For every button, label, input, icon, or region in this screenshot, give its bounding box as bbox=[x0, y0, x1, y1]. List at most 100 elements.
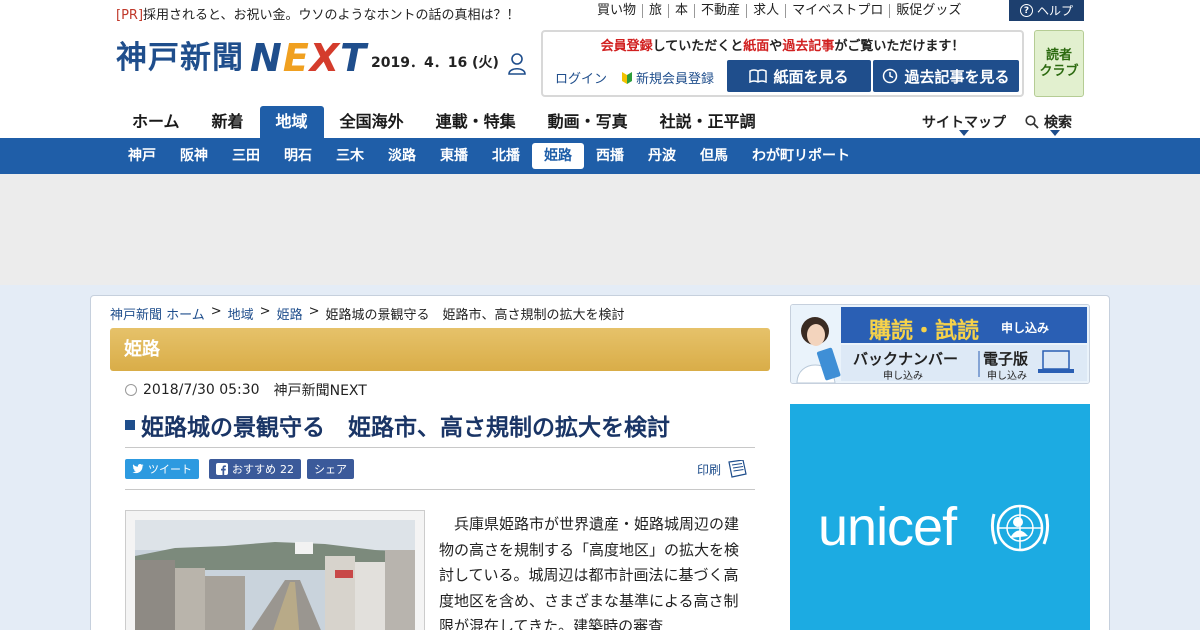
main-nav-item[interactable]: ホーム bbox=[116, 106, 196, 138]
region-nav-item[interactable]: 西播 bbox=[584, 143, 636, 169]
search-icon bbox=[1025, 115, 1039, 129]
breadcrumb-home[interactable]: 神戸新聞 ホーム bbox=[110, 304, 205, 323]
region-nav-item[interactable]: 阪神 bbox=[168, 143, 220, 169]
main-nav-item[interactable]: 動画・写真 bbox=[532, 106, 644, 138]
logo-next-letter: E bbox=[282, 36, 310, 80]
subscribe-title-suffix: 申し込み bbox=[1001, 321, 1050, 335]
book-icon bbox=[749, 69, 768, 83]
subscribe-banner[interactable]: 購読・試読 申し込み バックナンバー 申し込み 電子版 申し込み bbox=[790, 304, 1090, 384]
article-meta: 2018/7/30 05:30 神戸新聞NEXT bbox=[125, 380, 367, 400]
club-label-line: クラブ bbox=[1039, 64, 1079, 79]
past-articles-label: 過去記事を見る bbox=[904, 67, 1010, 86]
region-nav-item[interactable]: 丹波 bbox=[636, 143, 688, 169]
back-number-sub: 申し込み bbox=[883, 371, 923, 382]
sitemap-caret-icon bbox=[959, 130, 969, 136]
sitemap-label: サイトマップ bbox=[922, 115, 1006, 131]
breadcrumb-separator: > bbox=[259, 304, 271, 319]
member-message-part: していただくと bbox=[652, 39, 744, 54]
article-source: 神戸新聞NEXT bbox=[273, 383, 367, 399]
main-nav-item[interactable]: 社説・正平調 bbox=[644, 106, 772, 138]
breadcrumb-current: 姫路城の景観守る 姫路市、高さ規制の拡大を検討 bbox=[325, 308, 625, 323]
member-message-part: 過去記事 bbox=[782, 39, 835, 54]
user-icon[interactable] bbox=[507, 52, 527, 76]
divider bbox=[125, 489, 755, 490]
social-buttons: ツイート おすすめ 22 シェア bbox=[125, 459, 354, 479]
region-nav-item[interactable]: 神戸 bbox=[116, 143, 168, 169]
top-link[interactable]: 買い物 bbox=[597, 4, 642, 18]
share-button[interactable]: シェア bbox=[307, 459, 354, 479]
pr-tag: [PR] bbox=[116, 8, 144, 23]
member-message: 会員登録していただくと紙面や過去記事がご覧いただけます！ bbox=[543, 35, 1022, 54]
region-nav-item[interactable]: 北播 bbox=[480, 143, 532, 169]
top-links: 買い物旅本不動産 求人 マイベストプロ 販促グッズ bbox=[597, 4, 967, 18]
logo-next-letter: X bbox=[309, 36, 341, 80]
article-photo[interactable] bbox=[125, 510, 425, 630]
top-link[interactable]: 不動産 bbox=[694, 4, 746, 18]
print-button[interactable]: 印刷 bbox=[697, 460, 748, 478]
back-number-label: バックナンバー bbox=[853, 350, 959, 368]
clock-icon bbox=[125, 384, 137, 396]
top-link[interactable]: マイベストプロ bbox=[785, 4, 889, 18]
top-link[interactable]: 旅 bbox=[642, 4, 668, 18]
breadcrumb: 神戸新聞 ホーム > 地域 > 姫路 > 姫路城の景観守る 姫路市、高さ規制の拡大を検… bbox=[110, 304, 625, 323]
twitter-icon bbox=[132, 464, 144, 474]
help-label: ヘルプ bbox=[1036, 4, 1073, 18]
recommend-label: おすすめ bbox=[232, 463, 276, 476]
top-link[interactable]: 販促グッズ bbox=[889, 4, 967, 18]
clock-icon bbox=[883, 68, 898, 84]
search-label: 検索 bbox=[1044, 115, 1072, 131]
site-logo[interactable]: 神戸新聞 NEXT bbox=[116, 38, 367, 78]
region-nav-item[interactable]: 東播 bbox=[428, 143, 480, 169]
article-datetime: 2018/7/30 05:30 bbox=[143, 382, 260, 398]
past-articles-button[interactable]: 過去記事を見る bbox=[873, 60, 1019, 92]
region-nav-item[interactable]: 三木 bbox=[324, 143, 376, 169]
article-body: 兵庫県姫路市が世界遺産・姫路城周辺の建物の高さを規制する「高度地区」の拡大を検討… bbox=[439, 515, 740, 630]
login-link[interactable]: ログイン bbox=[555, 68, 607, 87]
region-nav-item[interactable]: わが町リポート bbox=[740, 143, 862, 169]
unicef-logo-icon bbox=[990, 504, 1050, 552]
top-link[interactable]: 本 bbox=[668, 4, 694, 18]
help-button[interactable]: ? ヘルプ bbox=[1009, 0, 1084, 21]
main-nav-item[interactable]: 新着 bbox=[196, 106, 260, 138]
member-message-part: 会員登録 bbox=[600, 39, 653, 54]
main-nav-item[interactable]: 地域 bbox=[259, 106, 324, 138]
register-link[interactable]: 新規会員登録 bbox=[621, 68, 714, 87]
print-icon bbox=[728, 460, 747, 478]
subscribe-title: 購読・試読 bbox=[869, 319, 980, 344]
facebook-icon bbox=[216, 463, 228, 475]
unicef-wordmark: unicef bbox=[818, 497, 957, 557]
main-nav-item[interactable]: 全国海外 bbox=[324, 106, 420, 138]
tweet-label: ツイート bbox=[148, 463, 192, 476]
print-label: 印刷 bbox=[697, 462, 722, 477]
top-link[interactable]: 求人 bbox=[746, 4, 785, 18]
unicef-ad[interactable]: unicef bbox=[790, 404, 1090, 630]
region-nav: 神戸 阪神 三田 明石 三木 淡路 東播 北播 姫路 西播 丹波 但馬 わが町リポート bbox=[0, 138, 1200, 174]
region-nav-item[interactable]: 姫路 bbox=[532, 143, 584, 169]
breadcrumb-himeji[interactable]: 姫路 bbox=[277, 304, 303, 323]
sitemap-link[interactable]: サイトマップ bbox=[922, 112, 1006, 132]
section-header: 姫路 bbox=[110, 328, 770, 371]
tweet-button[interactable]: ツイート bbox=[125, 459, 199, 479]
main-nav-item[interactable]: 連載・特集 bbox=[420, 106, 532, 138]
share-label: シェア bbox=[314, 463, 347, 476]
region-nav-item[interactable]: 但馬 bbox=[688, 143, 740, 169]
region-nav-item[interactable]: 三田 bbox=[220, 143, 272, 169]
readers-club-button[interactable]: 読者 クラブ bbox=[1034, 30, 1084, 97]
current-date: 2019．4．16 (火) bbox=[371, 55, 499, 71]
logo-next-letter: N bbox=[250, 36, 283, 80]
divider bbox=[125, 447, 755, 448]
member-message-part: や bbox=[769, 39, 783, 54]
beginner-mark-icon bbox=[622, 71, 632, 84]
breadcrumb-region[interactable]: 地域 bbox=[228, 304, 254, 323]
member-box: 会員登録していただくと紙面や過去記事がご覧いただけます！ ログイン 新規会員登録… bbox=[541, 30, 1024, 97]
pr-banner-link[interactable]: [PR]採用されると、お祝い金。ウソのようなホントの話の真相は？！ bbox=[116, 4, 520, 23]
region-nav-item[interactable]: 淡路 bbox=[376, 143, 428, 169]
region-nav-item[interactable]: 明石 bbox=[272, 143, 324, 169]
facebook-recommend-button[interactable]: おすすめ 22 bbox=[209, 459, 301, 479]
register-label: 新規会員登録 bbox=[636, 72, 715, 87]
search-button[interactable]: 検索 bbox=[1025, 112, 1072, 132]
view-paper-button[interactable]: 紙面を見る bbox=[727, 60, 871, 92]
ad-banner-area bbox=[0, 174, 1200, 285]
logo-next-letter: T bbox=[340, 36, 368, 80]
main-nav: ホーム 新着 地域 全国海外 連載・特集 動画・写真 社説・正平調 bbox=[116, 106, 772, 138]
